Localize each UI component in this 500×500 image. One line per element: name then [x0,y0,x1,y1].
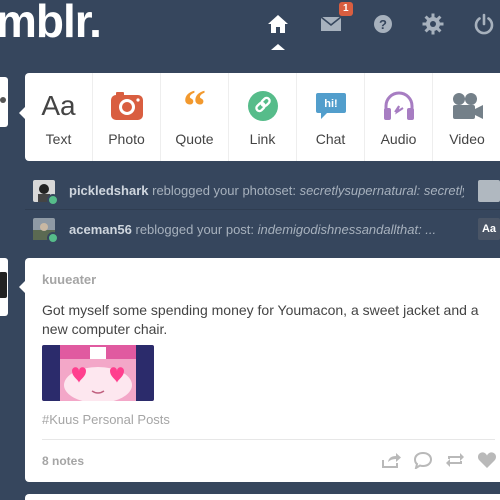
activity-username[interactable]: pickledshark [69,183,149,198]
post-body: Got myself some spending money for Youma… [42,302,479,337]
like-heart-icon[interactable] [477,451,497,469]
post-author[interactable]: kuueater [42,272,96,287]
activity-item[interactable]: aceman56 reblogged your post: indemigodi… [25,210,500,248]
user-avatar[interactable] [0,77,8,127]
divider [42,439,495,440]
post-author-avatar[interactable] [0,258,8,316]
reblog-icon [47,232,59,244]
new-audio-post-button[interactable]: Audio [365,73,433,161]
share-icon[interactable] [381,451,401,469]
text-post-thumbnail[interactable]: Aa [478,218,500,240]
activity-username[interactable]: aceman56 [69,222,132,237]
post-image[interactable] [42,345,154,401]
camera-icon [107,89,147,123]
top-bar: mblr. 1 ? [0,0,500,50]
quote-icon: “ [183,80,206,131]
post-card: kuueater Got myself some spending money … [25,258,500,482]
activity-item[interactable]: pickledshark reblogged your photoset: se… [25,172,500,210]
chat-icon: hi! [311,89,351,123]
svg-text:hi!: hi! [324,98,337,110]
home-icon[interactable] [265,11,291,37]
activity-snippet[interactable]: indemigodishnessandallthat: ... [258,222,437,237]
notes-count[interactable]: 8 notes [42,454,84,468]
text-icon: Aa [41,90,76,121]
active-nav-caret [271,44,285,50]
reblog-icon[interactable] [445,451,465,469]
post-thumbnail[interactable] [478,180,500,202]
activity-list: pickledshark reblogged your photoset: se… [25,172,500,248]
activity-snippet[interactable]: secretlysupernatural: secretlysu... [300,183,464,198]
post-actions [381,451,497,469]
power-icon[interactable] [471,11,497,37]
next-post-card [25,494,500,500]
new-quote-post-button[interactable]: “ Quote [161,73,229,161]
activity-action: reblogged your post: [131,221,258,237]
new-chat-post-button[interactable]: hi! Chat [297,73,365,161]
new-text-post-button[interactable]: Aa Text [25,73,93,161]
video-camera-icon [447,89,487,123]
mail-count-badge: 1 [339,2,353,16]
headphones-icon [379,89,419,123]
avatar[interactable] [33,218,59,244]
help-icon[interactable]: ? [370,11,396,37]
new-photo-post-button[interactable]: Photo [93,73,161,161]
new-video-post-button[interactable]: Video [433,73,500,161]
post-tag[interactable]: #Kuus Personal Posts [42,412,170,427]
tumblr-logo[interactable]: mblr. [0,0,102,48]
link-icon [243,89,283,123]
gear-icon[interactable] [420,11,446,37]
reblog-icon [47,193,59,206]
reply-icon[interactable] [413,451,433,469]
post-composer: Aa Text Photo “ Quote Link hi! Chat Audi… [25,73,500,161]
svg-text:?: ? [379,17,387,32]
activity-action: reblogged your photoset: [148,183,300,198]
avatar[interactable] [33,179,59,206]
new-link-post-button[interactable]: Link [229,73,297,161]
